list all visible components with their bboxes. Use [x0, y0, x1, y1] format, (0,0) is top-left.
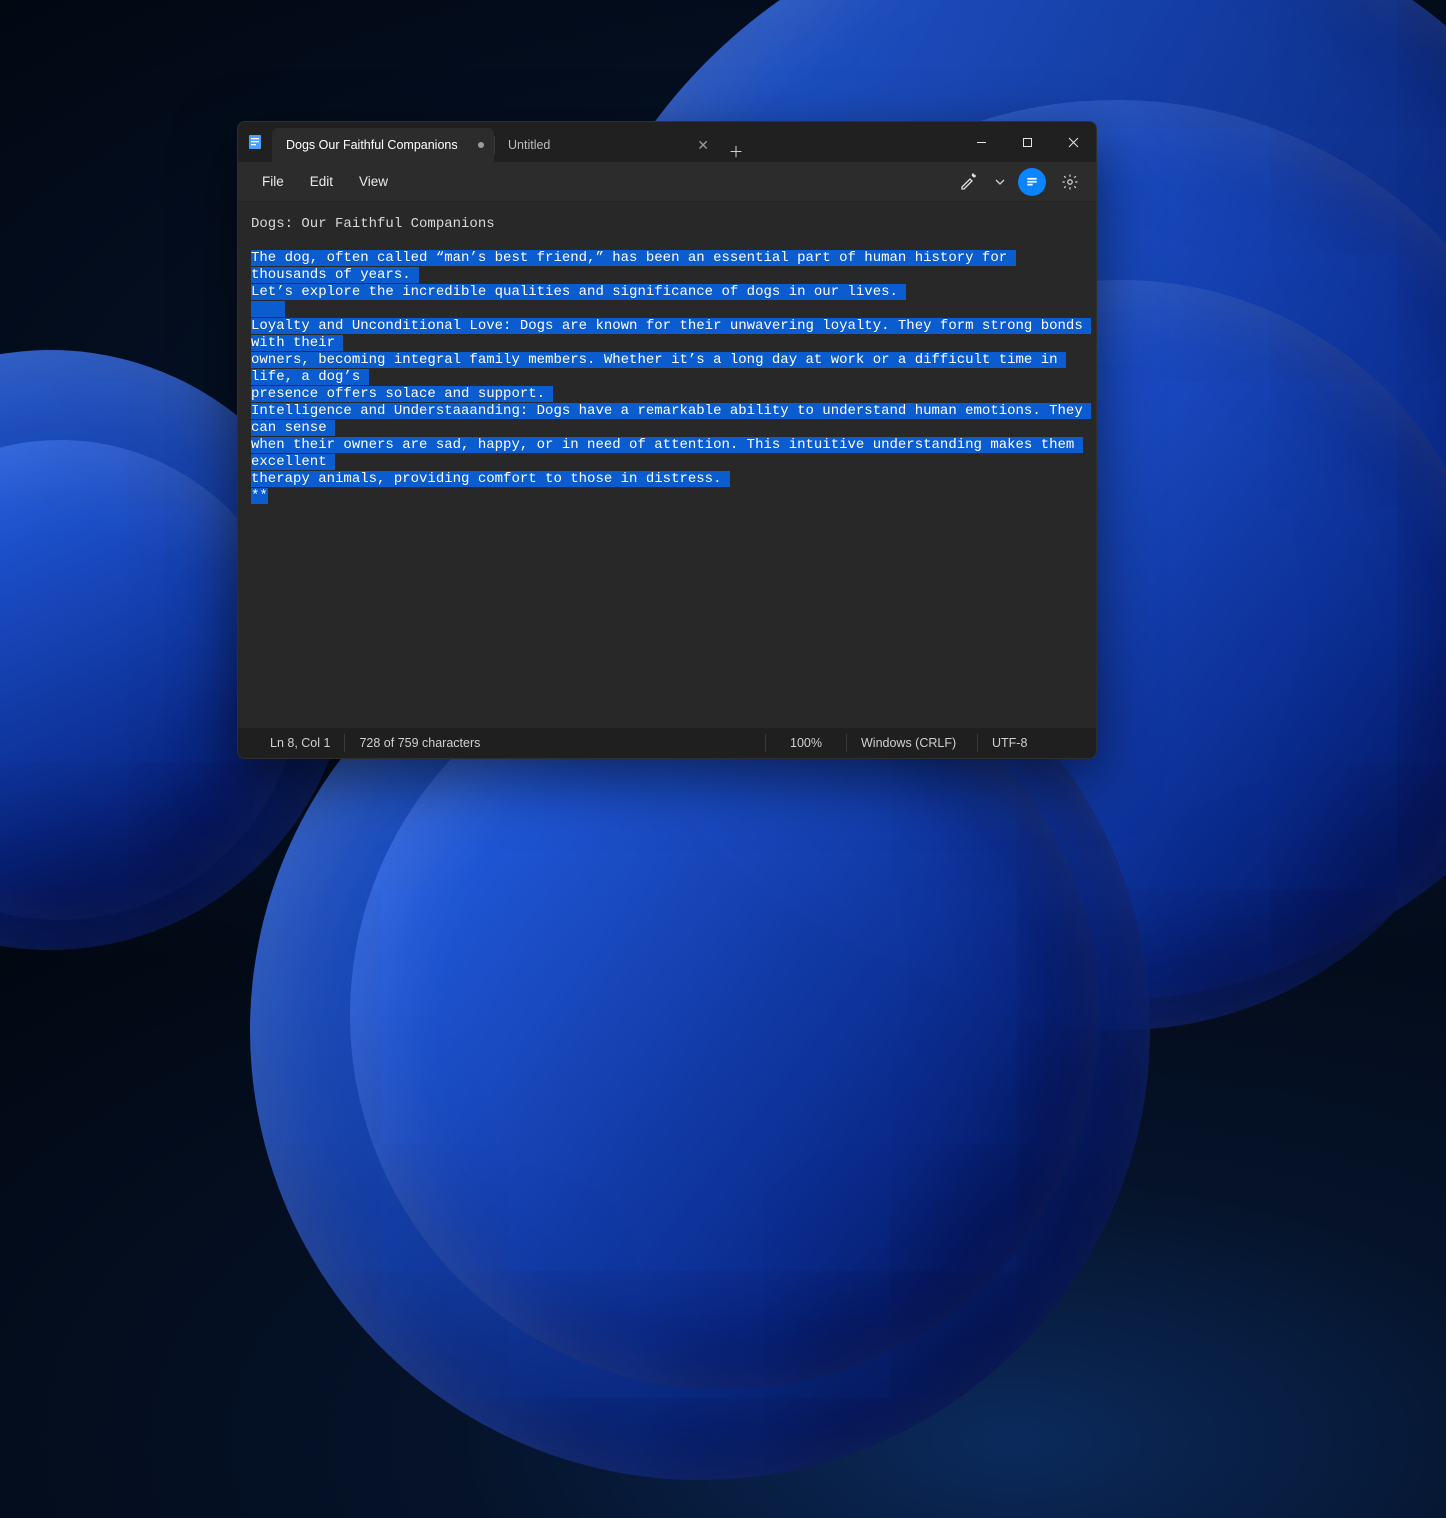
selected-text: owners, becoming integral family members…: [251, 352, 1066, 385]
selected-text: **: [251, 488, 268, 504]
app-icon: [238, 122, 272, 162]
window-controls: [958, 122, 1096, 162]
copilot-icon[interactable]: [1018, 168, 1046, 196]
new-tab-button[interactable]: ＋: [719, 141, 753, 162]
close-button[interactable]: [1050, 122, 1096, 162]
text-editor[interactable]: Dogs: Our Faithful Companions The dog, o…: [238, 202, 1096, 728]
chevron-down-icon[interactable]: [992, 168, 1008, 196]
notepad-window: Dogs Our Faithful Companions Untitled ✕ …: [237, 121, 1097, 759]
selected-text: [251, 301, 285, 317]
status-encoding[interactable]: UTF-8: [978, 728, 1078, 758]
maximize-button[interactable]: [1004, 122, 1050, 162]
titlebar[interactable]: Dogs Our Faithful Companions Untitled ✕ …: [238, 122, 1096, 162]
menubar: File Edit View: [238, 162, 1096, 202]
statusbar: Ln 8, Col 1 728 of 759 characters 100% W…: [238, 728, 1096, 758]
status-eol[interactable]: Windows (CRLF): [847, 728, 977, 758]
rewrite-icon[interactable]: [954, 168, 982, 196]
tab-title: Untitled: [508, 138, 550, 152]
doc-title: Dogs: Our Faithful Companions: [251, 216, 495, 232]
selected-text: Intelligence and Understaaanding: Dogs h…: [251, 403, 1091, 436]
selected-text: presence offers solace and support.: [251, 386, 553, 402]
tab-strip: Dogs Our Faithful Companions Untitled ✕ …: [272, 122, 753, 162]
tab-inactive[interactable]: Untitled ✕: [494, 128, 719, 162]
unsaved-indicator-icon: [478, 142, 484, 148]
selected-text: therapy animals, providing comfort to th…: [251, 471, 730, 487]
selected-text: Loyalty and Unconditional Love: Dogs are…: [251, 318, 1091, 351]
tab-title: Dogs Our Faithful Companions: [286, 138, 458, 152]
selected-text: when their owners are sad, happy, or in …: [251, 437, 1083, 470]
status-cursor[interactable]: Ln 8, Col 1: [256, 728, 344, 758]
selected-text: Let’s explore the incredible qualities a…: [251, 284, 906, 300]
gear-icon[interactable]: [1056, 168, 1084, 196]
menu-edit[interactable]: Edit: [298, 170, 345, 193]
close-icon[interactable]: ✕: [697, 137, 709, 154]
status-chars: 728 of 759 characters: [345, 728, 494, 758]
menu-file[interactable]: File: [250, 170, 296, 193]
tab-active[interactable]: Dogs Our Faithful Companions: [272, 128, 494, 162]
menu-view[interactable]: View: [347, 170, 400, 193]
selected-text: The dog, often called “man’s best friend…: [251, 250, 1016, 283]
status-zoom[interactable]: 100%: [766, 728, 846, 758]
minimize-button[interactable]: [958, 122, 1004, 162]
